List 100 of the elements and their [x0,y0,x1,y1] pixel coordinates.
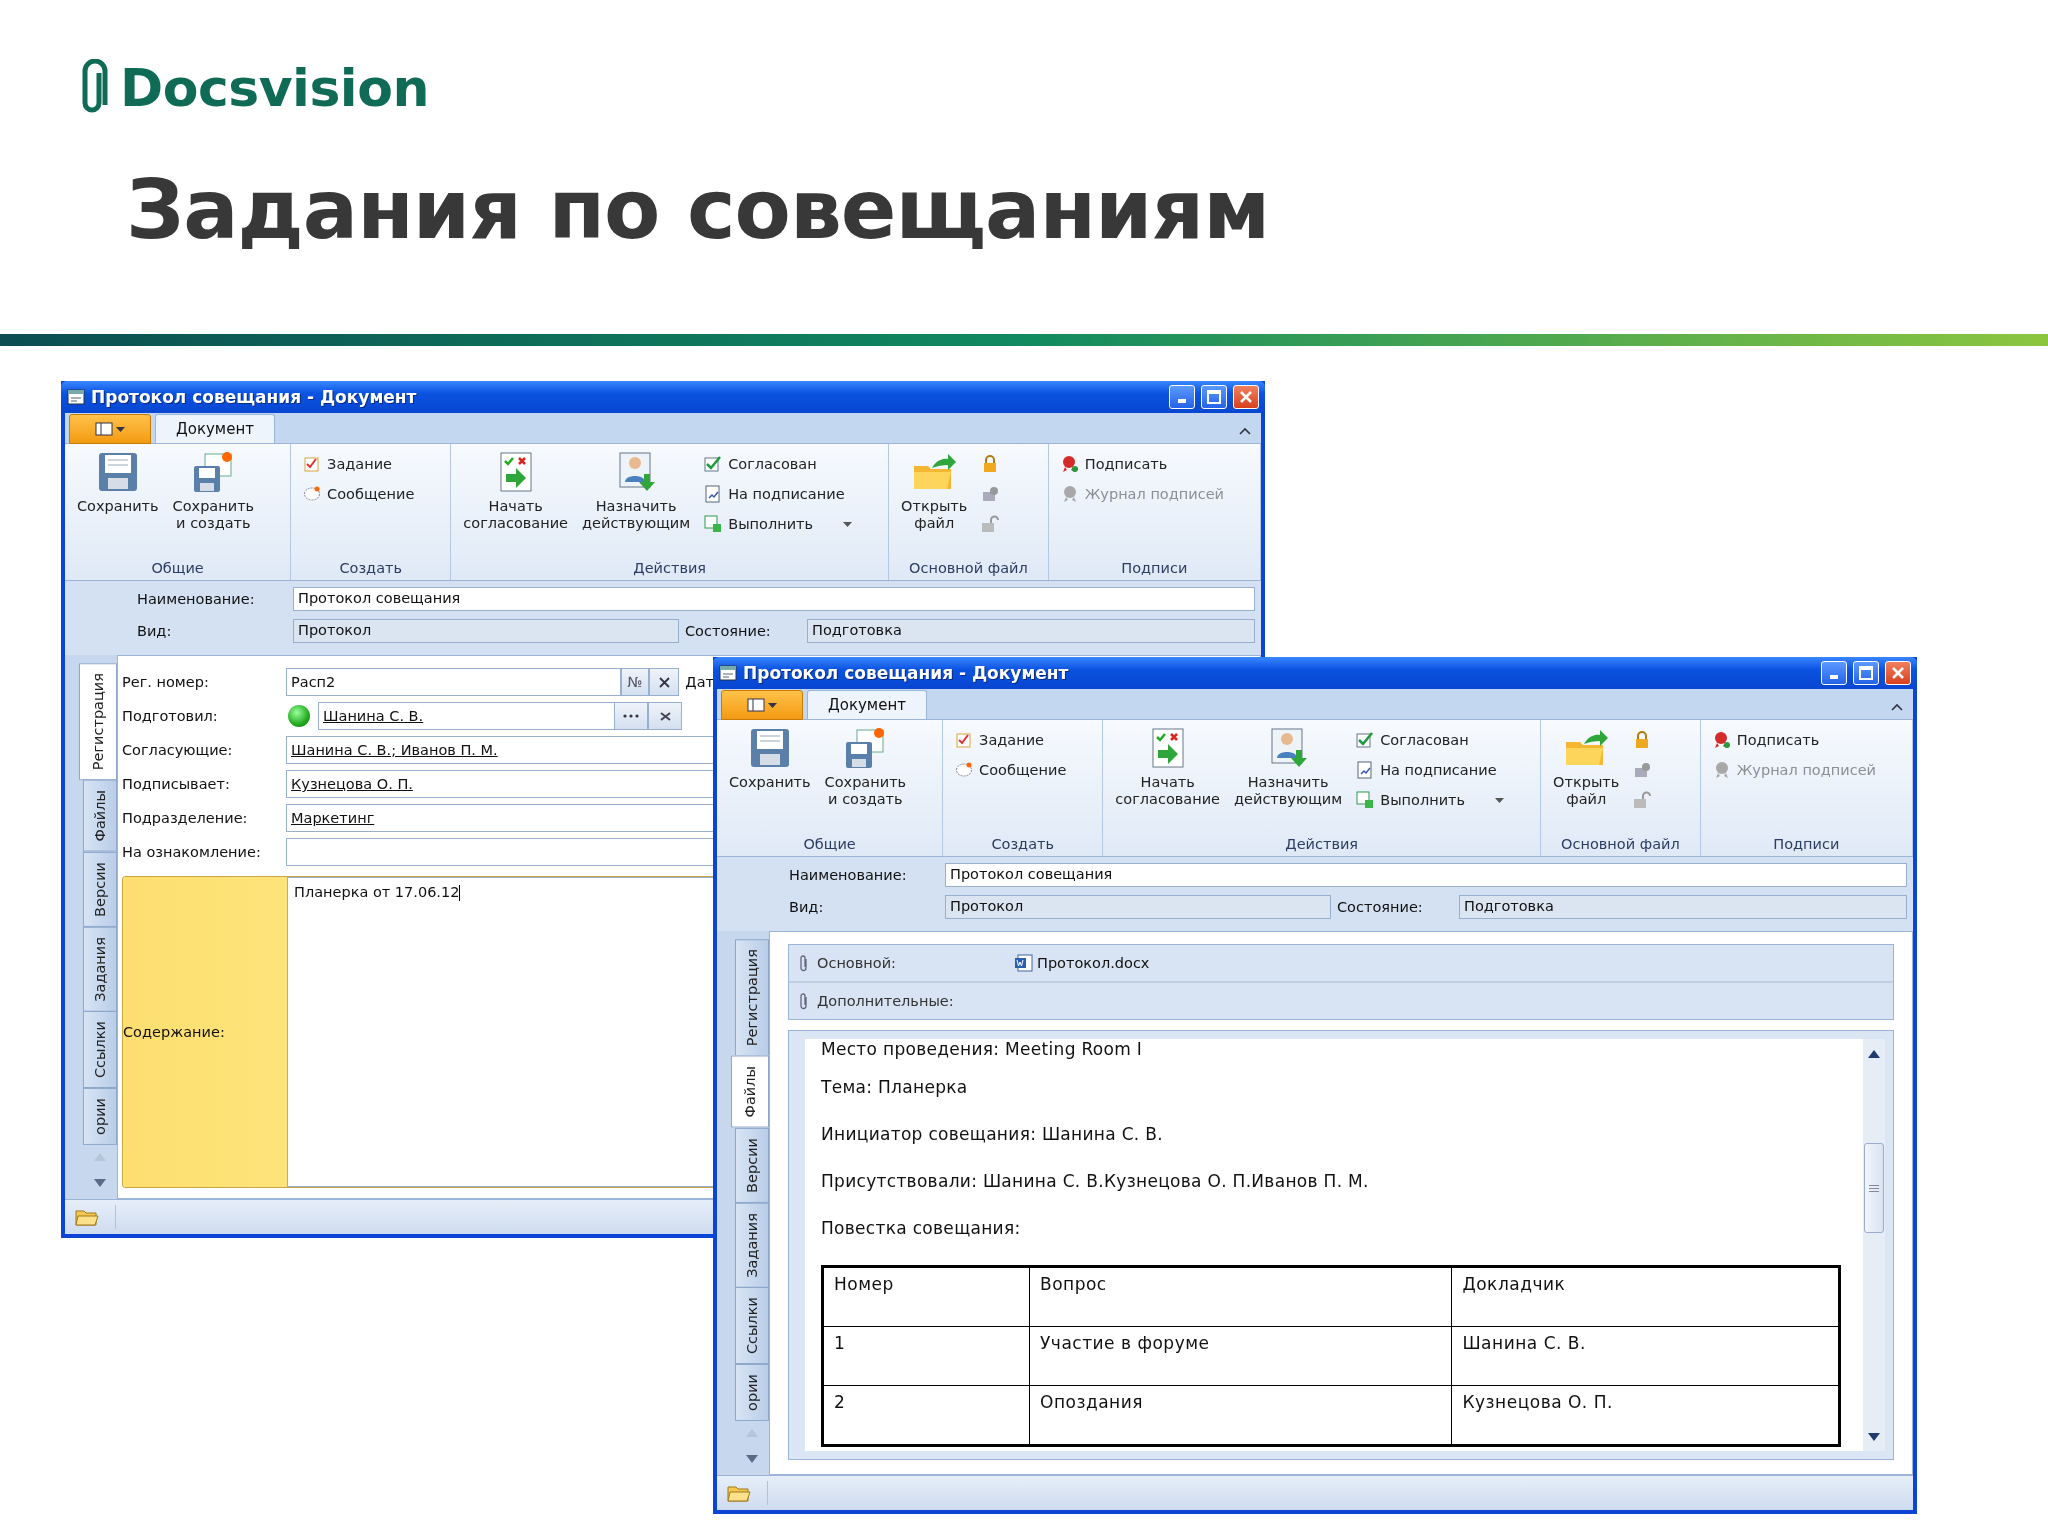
scrollbar[interactable] [1863,1039,1885,1451]
ribbon-button[interactable]: Открыть файл [1549,724,1624,810]
input-field[interactable]: Шанина С. В.; Иванов П. М. [286,736,714,764]
file-label: Основной: [817,955,897,971]
caret-icon [116,426,125,432]
table-cell: 1 [822,1326,1030,1386]
input-field[interactable]: Протокол совещания [945,863,1907,887]
input-field[interactable]: Маркетинг [286,804,714,832]
document-text: Тема: Планерка [821,1077,968,1097]
ribbon-button[interactable]: Задание [951,726,1071,754]
table-cell: Участие в форуме [1029,1326,1452,1386]
collapse-ribbon-icon[interactable] [1239,427,1251,435]
field-label: Подразделение: [122,810,249,826]
app-menu-button[interactable] [69,414,151,444]
ribbon-button[interactable]: Открыть файл [897,448,972,534]
ribbon-button[interactable]: Сохранить и создать [820,724,911,810]
ribbon-button[interactable]: Сохранить [73,448,163,517]
ribbon-button[interactable]: Согласован [1352,726,1509,754]
input-field[interactable] [286,838,714,866]
ribbon-button[interactable]: Подписать [1056,450,1228,478]
ribbon-group-label: Действия [1284,835,1360,854]
ribbon-button[interactable]: Согласован [700,450,857,478]
ribbon-tab[interactable]: Документ [155,414,275,443]
ribbon-button[interactable]: На подписание [1352,756,1509,784]
side-tab[interactable]: Версии [735,1127,769,1203]
ribbon-group-label: Подписи [1120,559,1189,578]
ribbon-button[interactable]: Сообщение [299,480,419,508]
ribbon-group-label: Подписи [1772,835,1841,854]
field-label: На ознакомление: [122,844,262,860]
input-field: Подготовка [1459,895,1907,919]
word-document-icon [1015,954,1033,972]
side-tab[interactable]: Файлы [83,780,117,852]
number-button[interactable]: № [621,668,649,696]
check-icon [704,455,723,473]
task-check-icon [955,731,974,749]
document-text: Повестка совещания: [821,1218,1021,1238]
folder-icon[interactable] [75,1208,99,1226]
field-label: Дат [685,674,714,690]
field-label: Состояние: [684,623,772,639]
ribbon-group-label: Основной файл [1560,835,1681,854]
input-field[interactable]: Кузнецова О. П. [286,770,714,798]
side-tab[interactable]: ории [83,1088,117,1146]
ribbon-group-label: Общие [150,559,205,578]
ribbon-group-label: Создать [338,559,403,578]
close-button[interactable] [1233,385,1259,409]
side-tab[interactable]: Задания [735,1202,769,1288]
ribbon-button[interactable]: Сообщение [951,756,1071,784]
close-button[interactable] [1885,661,1911,685]
side-tab[interactable]: Ссылки [735,1287,769,1365]
collapse-ribbon-icon[interactable] [1891,703,1903,711]
ribbon-button[interactable]: Начать согласование [459,448,573,534]
scroll-up-icon[interactable] [1868,1050,1880,1058]
input-field[interactable]: Протокол совещания [293,587,1255,611]
close-icon [1239,390,1253,404]
ribbon-button[interactable]: Сохранить [725,724,815,793]
side-tab[interactable]: Задания [83,926,117,1012]
ribbon-button[interactable]: Назначить действующим [1230,724,1347,810]
ribbon-button[interactable]: Сохранить и создать [168,448,259,534]
maximize-icon [1859,666,1873,680]
document-text: Присутствовали: Шанина С. В.Кузнецова О. П.Иванов П. М. [821,1171,1369,1191]
input-field[interactable]: Расп2 [286,668,621,696]
clear-button[interactable] [648,668,680,696]
app-menu-button[interactable] [721,690,803,720]
ribbon-button[interactable]: На подписание [700,480,857,508]
ribbon-button[interactable]: Задание [299,450,419,478]
field-label: Вид: [788,899,825,915]
ribbon-tab[interactable]: Документ [807,690,927,719]
clear-button[interactable] [648,702,682,730]
slide-title: Задания по совещаниям [126,162,1270,257]
side-tab[interactable]: Регистрация [735,939,769,1057]
side-tab[interactable]: ории [735,1364,769,1422]
ellipsis-icon [623,714,639,718]
scroll-down-icon[interactable] [1868,1433,1880,1441]
signature-document-icon [704,485,723,503]
window-title: Протокол совещания - Документ [91,387,418,407]
side-tab[interactable]: Версии [83,851,117,927]
file-link[interactable]: Протокол.docx [1015,954,1150,972]
ribbon-button[interactable]: Подписать [1708,726,1880,754]
side-tab[interactable]: Файлы [731,1056,769,1128]
ribbon-group-label: Общие [802,835,857,854]
side-tab[interactable]: Регистрация [79,663,117,781]
document-text: Инициатор совещания: Шанина С. В. [821,1124,1163,1144]
logo-text: Docsvision [120,58,429,118]
minimize-button[interactable] [1169,385,1195,409]
ribbon-button[interactable]: Начать согласование [1111,724,1225,810]
maximize-button[interactable] [1201,385,1227,409]
input-field: Протокол [293,619,679,643]
folder-icon[interactable] [727,1484,751,1502]
paperclip-icon [799,992,809,1010]
side-tab[interactable]: Ссылки [83,1011,117,1089]
caret-icon [1495,797,1505,803]
maximize-button[interactable] [1853,661,1879,685]
ribbon-dropdown-button[interactable]: Выполнить [1352,786,1509,814]
ribbon-dropdown-button[interactable]: Выполнить [700,510,857,538]
speech-bubble-icon [303,485,322,503]
ribbon-button[interactable]: Назначить действующим [578,448,695,534]
field-label: Наименование: [788,867,908,883]
minimize-button[interactable] [1821,661,1847,685]
input-field[interactable]: Шанина С. В. [318,702,614,730]
grip-icon [1869,1184,1879,1192]
